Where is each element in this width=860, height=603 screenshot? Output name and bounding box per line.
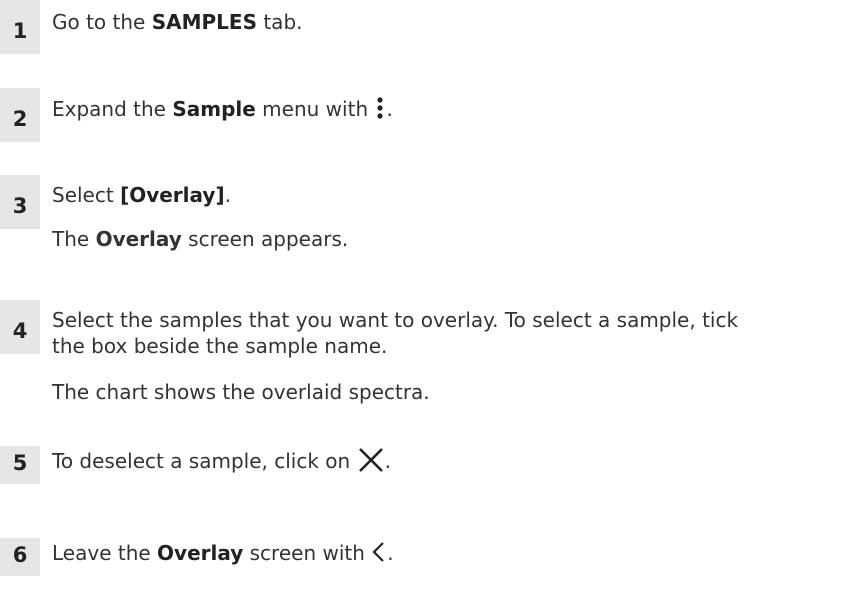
step-number: 6	[0, 538, 40, 576]
step-text: Leave the Overlay screen with .	[52, 540, 394, 569]
step-number: 1	[0, 0, 40, 54]
more-vertical-icon	[374, 96, 386, 125]
step-text: Select [Overlay].	[52, 183, 231, 207]
step-text: Go to the SAMPLES tab.	[52, 10, 303, 34]
step-text-line-2: the box beside the sample name.	[52, 334, 388, 358]
chevron-left-icon	[371, 540, 387, 569]
step-result: The Overlay screen appears.	[52, 227, 349, 251]
step-number: 2	[0, 88, 40, 142]
step-text-line-1: Select the samples that you want to over…	[52, 308, 739, 332]
step-result: The chart shows the overlaid spectra.	[52, 380, 430, 404]
step-number: 4	[0, 300, 40, 354]
step-number: 3	[0, 175, 40, 229]
step-text: Expand the Sample menu with .	[52, 96, 393, 125]
close-x-icon	[357, 446, 385, 479]
step-text: To deselect a sample, click on .	[52, 446, 391, 479]
step-number: 5	[0, 446, 40, 484]
